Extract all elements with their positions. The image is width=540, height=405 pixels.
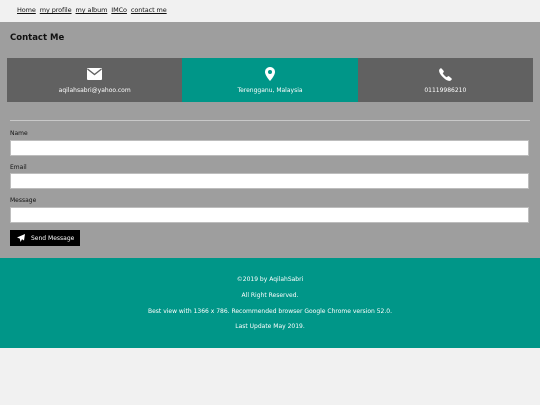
- message-label: Message: [10, 197, 37, 204]
- location-card: Terengganu, Malaysia: [182, 58, 358, 102]
- nav-link-contact-me[interactable]: contact me: [131, 6, 167, 14]
- nav-link-home[interactable]: Home: [17, 6, 36, 14]
- footer-rights: All Right Reserved.: [241, 292, 299, 299]
- map-marker-icon: [264, 66, 275, 82]
- footer-copyright: ©2019 by AqilahSabri: [236, 276, 304, 283]
- nav-link-my-album[interactable]: my album: [76, 6, 108, 14]
- name-label: Name: [10, 130, 28, 137]
- contact-info-row: aqilahsabri@yahoo.com Terengganu, Malays…: [7, 58, 533, 102]
- email-text: aqilahsabri@yahoo.com: [58, 87, 131, 94]
- send-message-label: Send Message: [31, 234, 75, 242]
- nav-link-imco[interactable]: IMCo: [111, 6, 127, 14]
- footer: ©2019 by AqilahSabri All Right Reserved.…: [0, 258, 540, 348]
- divider: [10, 120, 530, 121]
- envelope-icon: [87, 66, 103, 82]
- email-input[interactable]: [10, 173, 529, 189]
- phone-icon: [438, 66, 452, 82]
- message-input[interactable]: [10, 207, 529, 223]
- email-card: aqilahsabri@yahoo.com: [7, 58, 183, 102]
- paper-plane-icon: [17, 234, 25, 242]
- name-input[interactable]: [10, 140, 529, 156]
- phone-card: 01119986210: [357, 58, 533, 102]
- contact-section: Contact Me aqilahsabri@yahoo.com Terengg…: [0, 22, 540, 258]
- top-navigation: Home my profile my album IMCo contact me: [0, 0, 540, 22]
- send-message-button[interactable]: Send Message: [10, 230, 80, 246]
- phone-text: 01119986210: [424, 87, 467, 94]
- email-label: Email: [10, 164, 27, 171]
- footer-last-update: Last Update May 2019.: [235, 323, 305, 330]
- footer-best-view: Best view with 1366 x 786. Recommended b…: [148, 308, 392, 315]
- nav-link-my-profile[interactable]: my profile: [40, 6, 72, 14]
- section-title: Contact Me: [10, 33, 65, 43]
- location-text: Terengganu, Malaysia: [237, 87, 303, 94]
